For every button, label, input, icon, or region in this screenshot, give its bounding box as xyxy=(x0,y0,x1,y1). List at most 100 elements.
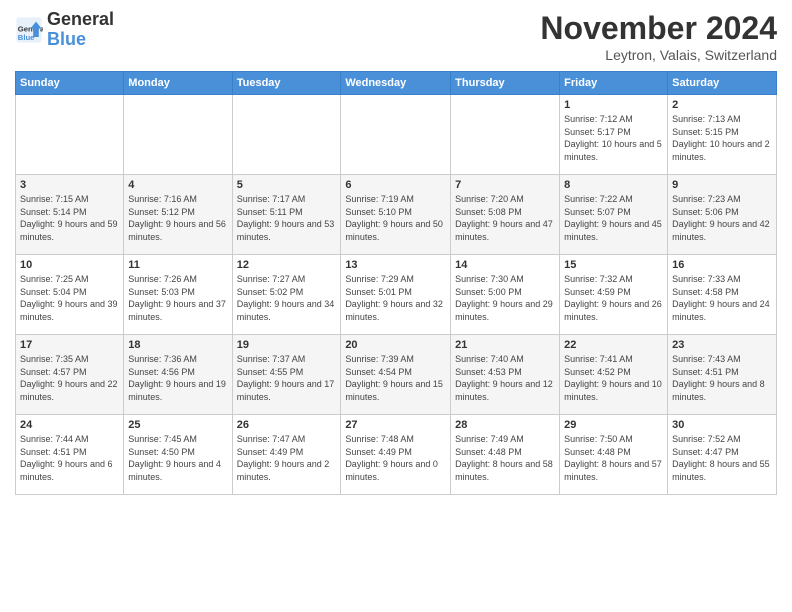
calendar-cell-5-1: 24Sunrise: 7:44 AM Sunset: 4:51 PM Dayli… xyxy=(16,415,124,495)
location: Leytron, Valais, Switzerland xyxy=(540,47,777,63)
page: General Blue GeneralBlue November 2024 L… xyxy=(0,0,792,612)
calendar-week-1: 1 Sunrise: 7:12 AM Sunset: 5:17 PM Daylig… xyxy=(16,95,777,175)
calendar-cell-1-3 xyxy=(232,95,341,175)
calendar-week-2: 3Sunrise: 7:15 AM Sunset: 5:14 PM Daylig… xyxy=(16,175,777,255)
day-number: 12 xyxy=(237,259,337,271)
calendar-cell-5-6: 29Sunrise: 7:50 AM Sunset: 4:48 PM Dayli… xyxy=(560,415,668,495)
logo-icon: General Blue xyxy=(15,16,43,44)
day-info: Sunrise: 7:39 AM Sunset: 4:54 PM Dayligh… xyxy=(345,353,446,403)
day-number: 6 xyxy=(345,179,446,191)
day-number: 26 xyxy=(237,419,337,431)
day-number: 19 xyxy=(237,339,337,351)
calendar-cell-3-4: 13 Sunrise: 7:29 AM Sunset: 5:01 PM Dayli… xyxy=(341,255,451,335)
column-header-tuesday: Tuesday xyxy=(232,72,341,95)
calendar-cell-2-2: 4 Sunrise: 7:16 AM Sunset: 5:12 PM Daylig… xyxy=(124,175,232,255)
month-title: November 2024 xyxy=(540,10,777,47)
day-info: Sunrise: 7:27 AM Sunset: 5:02 PM Dayligh… xyxy=(237,273,337,323)
logo-text: GeneralBlue xyxy=(47,10,114,50)
header: General Blue GeneralBlue November 2024 L… xyxy=(15,10,777,63)
calendar-cell-2-5: 7 Sunrise: 7:20 AM Sunset: 5:08 PM Daylig… xyxy=(451,175,560,255)
calendar-cell-2-1: 3Sunrise: 7:15 AM Sunset: 5:14 PM Daylig… xyxy=(16,175,124,255)
calendar-cell-5-3: 26 Sunrise: 7:47 AM Sunset: 4:49 PM Dayli… xyxy=(232,415,341,495)
day-number: 15 xyxy=(564,259,663,271)
day-number: 28 xyxy=(455,419,555,431)
calendar-cell-3-1: 10 Sunrise: 7:25 AM Sunset: 5:04 PM Dayli… xyxy=(16,255,124,335)
day-info: Sunrise: 7:40 AM Sunset: 4:53 PM Dayligh… xyxy=(455,353,555,403)
calendar-week-4: 17Sunrise: 7:35 AM Sunset: 4:57 PM Dayli… xyxy=(16,335,777,415)
day-info: Sunrise: 7:26 AM Sunset: 5:03 PM Dayligh… xyxy=(128,273,227,323)
column-header-monday: Monday xyxy=(124,72,232,95)
calendar-table: SundayMondayTuesdayWednesdayThursdayFrid… xyxy=(15,71,777,495)
day-number: 3 xyxy=(20,179,119,191)
day-info: Sunrise: 7:35 AM Sunset: 4:57 PM Dayligh… xyxy=(20,353,119,403)
calendar-cell-4-2: 18 Sunrise: 7:36 AM Sunset: 4:56 PM Dayli… xyxy=(124,335,232,415)
column-header-thursday: Thursday xyxy=(451,72,560,95)
day-info: Sunrise: 7:36 AM Sunset: 4:56 PM Dayligh… xyxy=(128,353,227,403)
calendar-cell-5-7: 30Sunrise: 7:52 AM Sunset: 4:47 PM Dayli… xyxy=(668,415,777,495)
calendar-header-row: SundayMondayTuesdayWednesdayThursdayFrid… xyxy=(16,72,777,95)
day-info: Sunrise: 7:30 AM Sunset: 5:00 PM Dayligh… xyxy=(455,273,555,323)
column-header-wednesday: Wednesday xyxy=(341,72,451,95)
column-header-sunday: Sunday xyxy=(16,72,124,95)
day-info: Sunrise: 7:16 AM Sunset: 5:12 PM Dayligh… xyxy=(128,193,227,243)
calendar-cell-5-2: 25 Sunrise: 7:45 AM Sunset: 4:50 PM Dayli… xyxy=(124,415,232,495)
column-header-friday: Friday xyxy=(560,72,668,95)
day-number: 5 xyxy=(237,179,337,191)
day-info: Sunrise: 7:43 AM Sunset: 4:51 PM Dayligh… xyxy=(672,353,772,403)
calendar-cell-4-1: 17Sunrise: 7:35 AM Sunset: 4:57 PM Dayli… xyxy=(16,335,124,415)
day-info: Sunrise: 7:22 AM Sunset: 5:07 PM Dayligh… xyxy=(564,193,663,243)
calendar-cell-3-6: 15 Sunrise: 7:32 AM Sunset: 4:59 PM Dayli… xyxy=(560,255,668,335)
calendar-cell-1-6: 1 Sunrise: 7:12 AM Sunset: 5:17 PM Daylig… xyxy=(560,95,668,175)
day-number: 2 xyxy=(672,99,772,111)
day-info: Sunrise: 7:45 AM Sunset: 4:50 PM Dayligh… xyxy=(128,433,227,483)
calendar-cell-3-5: 14Sunrise: 7:30 AM Sunset: 5:00 PM Dayli… xyxy=(451,255,560,335)
day-number: 9 xyxy=(672,179,772,191)
calendar-cell-4-5: 21 Sunrise: 7:40 AM Sunset: 4:53 PM Dayli… xyxy=(451,335,560,415)
day-info: Sunrise: 7:32 AM Sunset: 4:59 PM Dayligh… xyxy=(564,273,663,323)
day-number: 24 xyxy=(20,419,119,431)
day-number: 25 xyxy=(128,419,227,431)
day-info: Sunrise: 7:25 AM Sunset: 5:04 PM Dayligh… xyxy=(20,273,119,323)
calendar-cell-1-4 xyxy=(341,95,451,175)
calendar-cell-5-5: 28 Sunrise: 7:49 AM Sunset: 4:48 PM Dayli… xyxy=(451,415,560,495)
day-info: Sunrise: 7:49 AM Sunset: 4:48 PM Dayligh… xyxy=(455,433,555,483)
day-number: 21 xyxy=(455,339,555,351)
day-info: Sunrise: 7:19 AM Sunset: 5:10 PM Dayligh… xyxy=(345,193,446,243)
calendar-cell-3-3: 12 Sunrise: 7:27 AM Sunset: 5:02 PM Dayli… xyxy=(232,255,341,335)
svg-text:Blue: Blue xyxy=(18,33,35,42)
day-number: 4 xyxy=(128,179,227,191)
calendar-cell-4-4: 20 Sunrise: 7:39 AM Sunset: 4:54 PM Dayli… xyxy=(341,335,451,415)
calendar-week-5: 24Sunrise: 7:44 AM Sunset: 4:51 PM Dayli… xyxy=(16,415,777,495)
day-number: 18 xyxy=(128,339,227,351)
day-number: 8 xyxy=(564,179,663,191)
day-info: Sunrise: 7:12 AM Sunset: 5:17 PM Dayligh… xyxy=(564,113,663,163)
day-number: 23 xyxy=(672,339,772,351)
column-header-saturday: Saturday xyxy=(668,72,777,95)
day-number: 1 xyxy=(564,99,663,111)
day-number: 29 xyxy=(564,419,663,431)
day-info: Sunrise: 7:37 AM Sunset: 4:55 PM Dayligh… xyxy=(237,353,337,403)
calendar-cell-2-4: 6 Sunrise: 7:19 AM Sunset: 5:10 PM Daylig… xyxy=(341,175,451,255)
day-info: Sunrise: 7:29 AM Sunset: 5:01 PM Dayligh… xyxy=(345,273,446,323)
calendar-cell-1-5 xyxy=(451,95,560,175)
day-info: Sunrise: 7:41 AM Sunset: 4:52 PM Dayligh… xyxy=(564,353,663,403)
day-info: Sunrise: 7:23 AM Sunset: 5:06 PM Dayligh… xyxy=(672,193,772,243)
day-info: Sunrise: 7:33 AM Sunset: 4:58 PM Dayligh… xyxy=(672,273,772,323)
calendar-week-3: 10 Sunrise: 7:25 AM Sunset: 5:04 PM Dayli… xyxy=(16,255,777,335)
day-info: Sunrise: 7:13 AM Sunset: 5:15 PM Dayligh… xyxy=(672,113,772,163)
day-number: 13 xyxy=(345,259,446,271)
calendar-cell-4-6: 22Sunrise: 7:41 AM Sunset: 4:52 PM Dayli… xyxy=(560,335,668,415)
day-number: 16 xyxy=(672,259,772,271)
day-number: 10 xyxy=(20,259,119,271)
day-info: Sunrise: 7:20 AM Sunset: 5:08 PM Dayligh… xyxy=(455,193,555,243)
day-info: Sunrise: 7:47 AM Sunset: 4:49 PM Dayligh… xyxy=(237,433,337,483)
calendar-cell-5-4: 27Sunrise: 7:48 AM Sunset: 4:49 PM Dayli… xyxy=(341,415,451,495)
calendar-cell-1-1 xyxy=(16,95,124,175)
calendar-cell-1-2 xyxy=(124,95,232,175)
day-info: Sunrise: 7:17 AM Sunset: 5:11 PM Dayligh… xyxy=(237,193,337,243)
day-number: 30 xyxy=(672,419,772,431)
title-block: November 2024 Leytron, Valais, Switzerla… xyxy=(540,10,777,63)
day-number: 7 xyxy=(455,179,555,191)
day-number: 20 xyxy=(345,339,446,351)
calendar-cell-1-7: 2 Sunrise: 7:13 AM Sunset: 5:15 PM Daylig… xyxy=(668,95,777,175)
